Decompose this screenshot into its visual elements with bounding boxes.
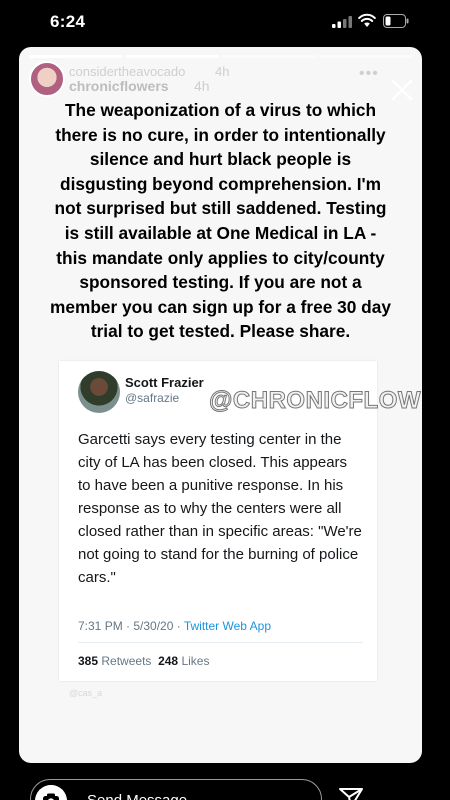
progress-segment	[318, 55, 412, 58]
tweet-meta: 7:31 PM · 5/30/20 · Twitter Web App	[78, 619, 271, 633]
ghost-username: considertheavocado	[69, 64, 186, 79]
story-username[interactable]: chronicflowers	[69, 78, 169, 94]
faint-watermark: @cas_a	[69, 688, 103, 698]
likes-label: Likes	[181, 654, 210, 668]
ghost-time: 4h	[215, 64, 230, 79]
battery-icon	[383, 14, 409, 28]
status-time: 6:24	[50, 12, 86, 31]
camera-icon[interactable]	[35, 785, 67, 800]
tweet-app: Twitter Web App	[183, 619, 271, 633]
retweets-label: Retweets	[101, 654, 152, 668]
story-caption: The weaponization of a virus to which th…	[50, 100, 391, 342]
story-progress	[29, 55, 412, 58]
more-icon[interactable]: •••	[359, 65, 379, 83]
progress-segment	[222, 55, 316, 58]
tweet-stats: 385 Retweets 248 Likes	[78, 654, 209, 668]
story-time: 4h	[194, 78, 210, 94]
progress-segment	[29, 55, 123, 58]
likes-count: 248	[158, 654, 179, 668]
story-card[interactable]: considertheavocado 4h chronicflowers 4h …	[19, 47, 422, 763]
avatar[interactable]	[29, 61, 65, 97]
wifi-icon	[358, 13, 376, 27]
tweet-author-handle: @safrazie	[125, 391, 180, 405]
tweet-avatar	[78, 371, 120, 413]
tweet-timestamp: 7:31 PM · 5/30/20 ·	[78, 619, 184, 633]
tweet-text: Garcetti says every testing center in th…	[78, 431, 362, 586]
reply-input[interactable]: Send Message	[87, 792, 187, 800]
send-icon[interactable]	[338, 787, 364, 800]
reply-bar[interactable]: Send Message	[30, 779, 322, 800]
tweet-author-name: Scott Frazier	[125, 375, 204, 390]
tweet-divider	[78, 642, 363, 643]
watermark: @CHRONICFLOWERS	[209, 387, 422, 415]
progress-segment	[125, 55, 219, 58]
status-bar: 6:24	[0, 0, 450, 44]
retweets-count: 385	[78, 654, 99, 668]
signal-icon	[332, 16, 352, 28]
